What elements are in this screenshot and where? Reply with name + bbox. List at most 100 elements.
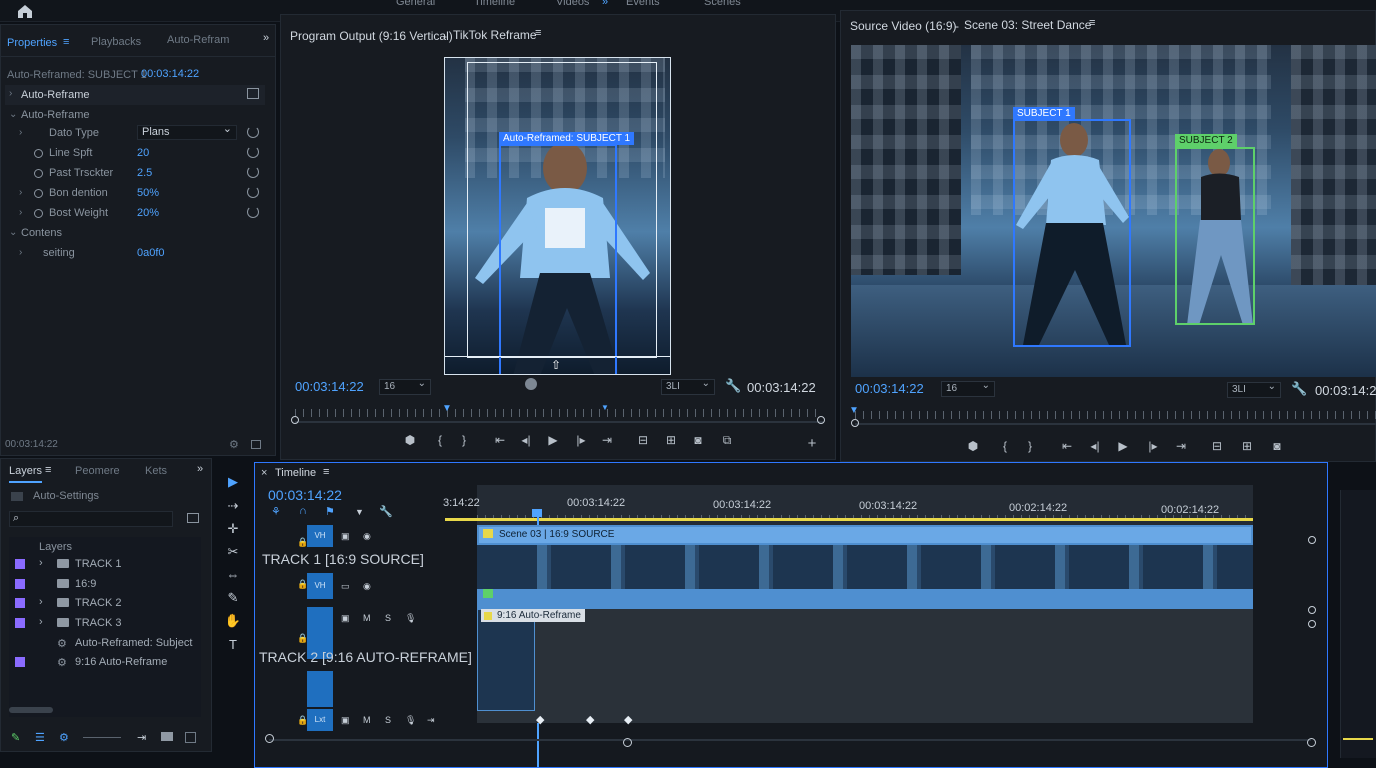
wrench-icon[interactable]: 🔧: [725, 378, 741, 394]
overwrite-icon[interactable]: ⊞: [1239, 439, 1255, 453]
menu-events[interactable]: Events: [626, 0, 660, 8]
mute-icon[interactable]: M: [363, 715, 371, 725]
lock-icon[interactable]: 🔒: [297, 633, 308, 644]
slip-tool-icon[interactable]: ⇔: [224, 567, 242, 585]
data-type-select[interactable]: Plans ⌄: [137, 123, 237, 140]
export-icon[interactable]: [251, 440, 261, 449]
list-item[interactable]: 16:9: [9, 575, 199, 594]
toggle-sync-icon[interactable]: ▣: [341, 715, 350, 726]
keyframe-icon[interactable]: ◆: [624, 713, 632, 726]
tab-playbacks[interactable]: Playbacks: [91, 36, 141, 48]
step-back-icon[interactable]: ◂|: [518, 433, 534, 447]
menu-timeline[interactable]: Timeline: [474, 0, 515, 8]
new-bin-icon[interactable]: [161, 732, 173, 741]
insert-icon[interactable]: ⊟: [635, 433, 651, 447]
add-marker-icon[interactable]: ⬢: [402, 433, 418, 447]
mute-icon[interactable]: M: [363, 613, 371, 623]
vscroll-handle[interactable]: [1308, 620, 1316, 628]
vscroll-handle[interactable]: [1308, 606, 1316, 614]
close-icon[interactable]: ×: [261, 467, 267, 479]
panel-expand-icon[interactable]: »: [197, 463, 203, 475]
mark-out-icon[interactable]: }: [456, 433, 472, 447]
sort-icon[interactable]: ⇥: [137, 731, 146, 744]
settings-icon[interactable]: ⚙: [229, 438, 239, 451]
sequence-name[interactable]: TikTok Reframe: [453, 28, 537, 42]
play-icon[interactable]: ▶: [1115, 439, 1131, 453]
toggle-output-icon[interactable]: ▭: [341, 581, 350, 592]
scroll-handle-left[interactable]: [265, 734, 274, 743]
tab-kets[interactable]: Kets: [145, 465, 167, 477]
go-to-out-icon[interactable]: ⇥: [599, 433, 615, 447]
tab-auto-reframe[interactable]: Auto-Refram: [167, 34, 229, 46]
new-bin-icon[interactable]: [187, 513, 199, 523]
vscroll-handle[interactable]: [1308, 536, 1316, 544]
prop-value[interactable]: 20: [137, 147, 149, 159]
caret-right-icon[interactable]: ›: [19, 187, 22, 198]
step-back-icon[interactable]: ◂|: [1087, 439, 1103, 453]
marker-icon[interactable]: [525, 378, 537, 390]
wrench-icon[interactable]: 🔧: [379, 505, 393, 518]
go-to-out-icon[interactable]: ⇥: [1173, 439, 1189, 453]
subject2-bounding-box[interactable]: [1175, 147, 1255, 325]
mark-out-icon[interactable]: }: [1022, 439, 1038, 453]
ripple-edit-icon[interactable]: ✛: [224, 521, 242, 539]
scroll-handle-center[interactable]: [623, 738, 632, 747]
menu-scenes[interactable]: Scenes: [704, 0, 741, 8]
mic-icon[interactable]: 🎙: [405, 715, 416, 726]
lock-icon[interactable]: 🔒: [297, 715, 308, 726]
zoom-select[interactable]: 16: [941, 379, 995, 397]
linked-selection-icon[interactable]: ∩: [299, 505, 307, 517]
track-target-v1[interactable]: VH: [307, 525, 333, 547]
group-contents[interactable]: ⌄ Contens: [1, 224, 263, 244]
prop-value[interactable]: 50%: [137, 187, 159, 199]
zoom-slider[interactable]: [83, 737, 121, 738]
reset-icon[interactable]: [247, 166, 259, 178]
program-video-frame[interactable]: Auto-Reframed: SUBJECT 1 ⇧: [444, 57, 671, 375]
keyframe-icon[interactable]: ◆: [586, 713, 594, 726]
step-forward-icon[interactable]: |▸: [573, 433, 589, 447]
new-item-icon[interactable]: ✎: [11, 731, 20, 744]
layers-search-input[interactable]: ⌕: [9, 511, 173, 527]
stopwatch-icon[interactable]: [34, 149, 43, 158]
scroll-handle-right[interactable]: [817, 416, 825, 424]
prop-value[interactable]: 20%: [137, 207, 159, 219]
tab-menu-icon[interactable]: ≡: [45, 464, 51, 476]
list-item[interactable]: › TRACK 2: [9, 594, 199, 613]
playhead-icon[interactable]: [532, 509, 542, 517]
program-ruler[interactable]: [295, 409, 823, 417]
source-time-left[interactable]: 00:03:14:22: [855, 381, 924, 396]
list-item[interactable]: › TRACK 3: [9, 614, 199, 633]
toggle-sync-icon[interactable]: ▣: [341, 613, 350, 624]
track-target-a1[interactable]: Lxt: [307, 709, 333, 731]
monitor-menu-icon[interactable]: ≡: [1089, 17, 1095, 29]
menu-videos[interactable]: Videos: [556, 0, 589, 8]
track-target-a[interactable]: [307, 671, 333, 707]
scroll-handle-left[interactable]: [851, 419, 859, 427]
overwrite-icon[interactable]: ⊞: [663, 433, 679, 447]
camera-icon[interactable]: ◙: [690, 433, 706, 447]
step-forward-icon[interactable]: |▸: [1145, 439, 1161, 453]
tab-properties[interactable]: Properties: [7, 37, 57, 49]
popout-icon[interactable]: [247, 88, 259, 99]
track-select-icon[interactable]: ⇢: [224, 498, 242, 516]
caret-right-icon[interactable]: ›: [19, 127, 22, 138]
compare-icon[interactable]: ⧉: [719, 433, 735, 448]
caret-right-icon[interactable]: ›: [39, 596, 43, 608]
stopwatch-icon[interactable]: [34, 209, 43, 218]
mark-in-icon[interactable]: {: [997, 439, 1013, 453]
quality-select[interactable]: 3LI: [1227, 380, 1281, 398]
lock-icon[interactable]: 🔒: [297, 579, 308, 590]
list-item[interactable]: › TRACK 1: [9, 555, 199, 574]
scroll-handle-right[interactable]: [1307, 738, 1316, 747]
anchor-point-icon[interactable]: ⇧: [551, 358, 561, 372]
timeline-menu-icon[interactable]: ≡: [323, 466, 329, 478]
eye-icon[interactable]: ◉: [363, 531, 371, 542]
trash-icon[interactable]: [185, 732, 196, 743]
camera-icon[interactable]: ◙: [1269, 439, 1285, 453]
icon-view-icon[interactable]: ⚙: [59, 731, 69, 744]
menu-general[interactable]: General: [396, 0, 435, 8]
subject1-bounding-box[interactable]: [1013, 119, 1131, 347]
source-clip-name[interactable]: Scene 03: Street Dance: [964, 18, 1091, 32]
solo-icon[interactable]: S: [385, 715, 391, 725]
horizontal-scrollbar[interactable]: [269, 739, 1311, 741]
